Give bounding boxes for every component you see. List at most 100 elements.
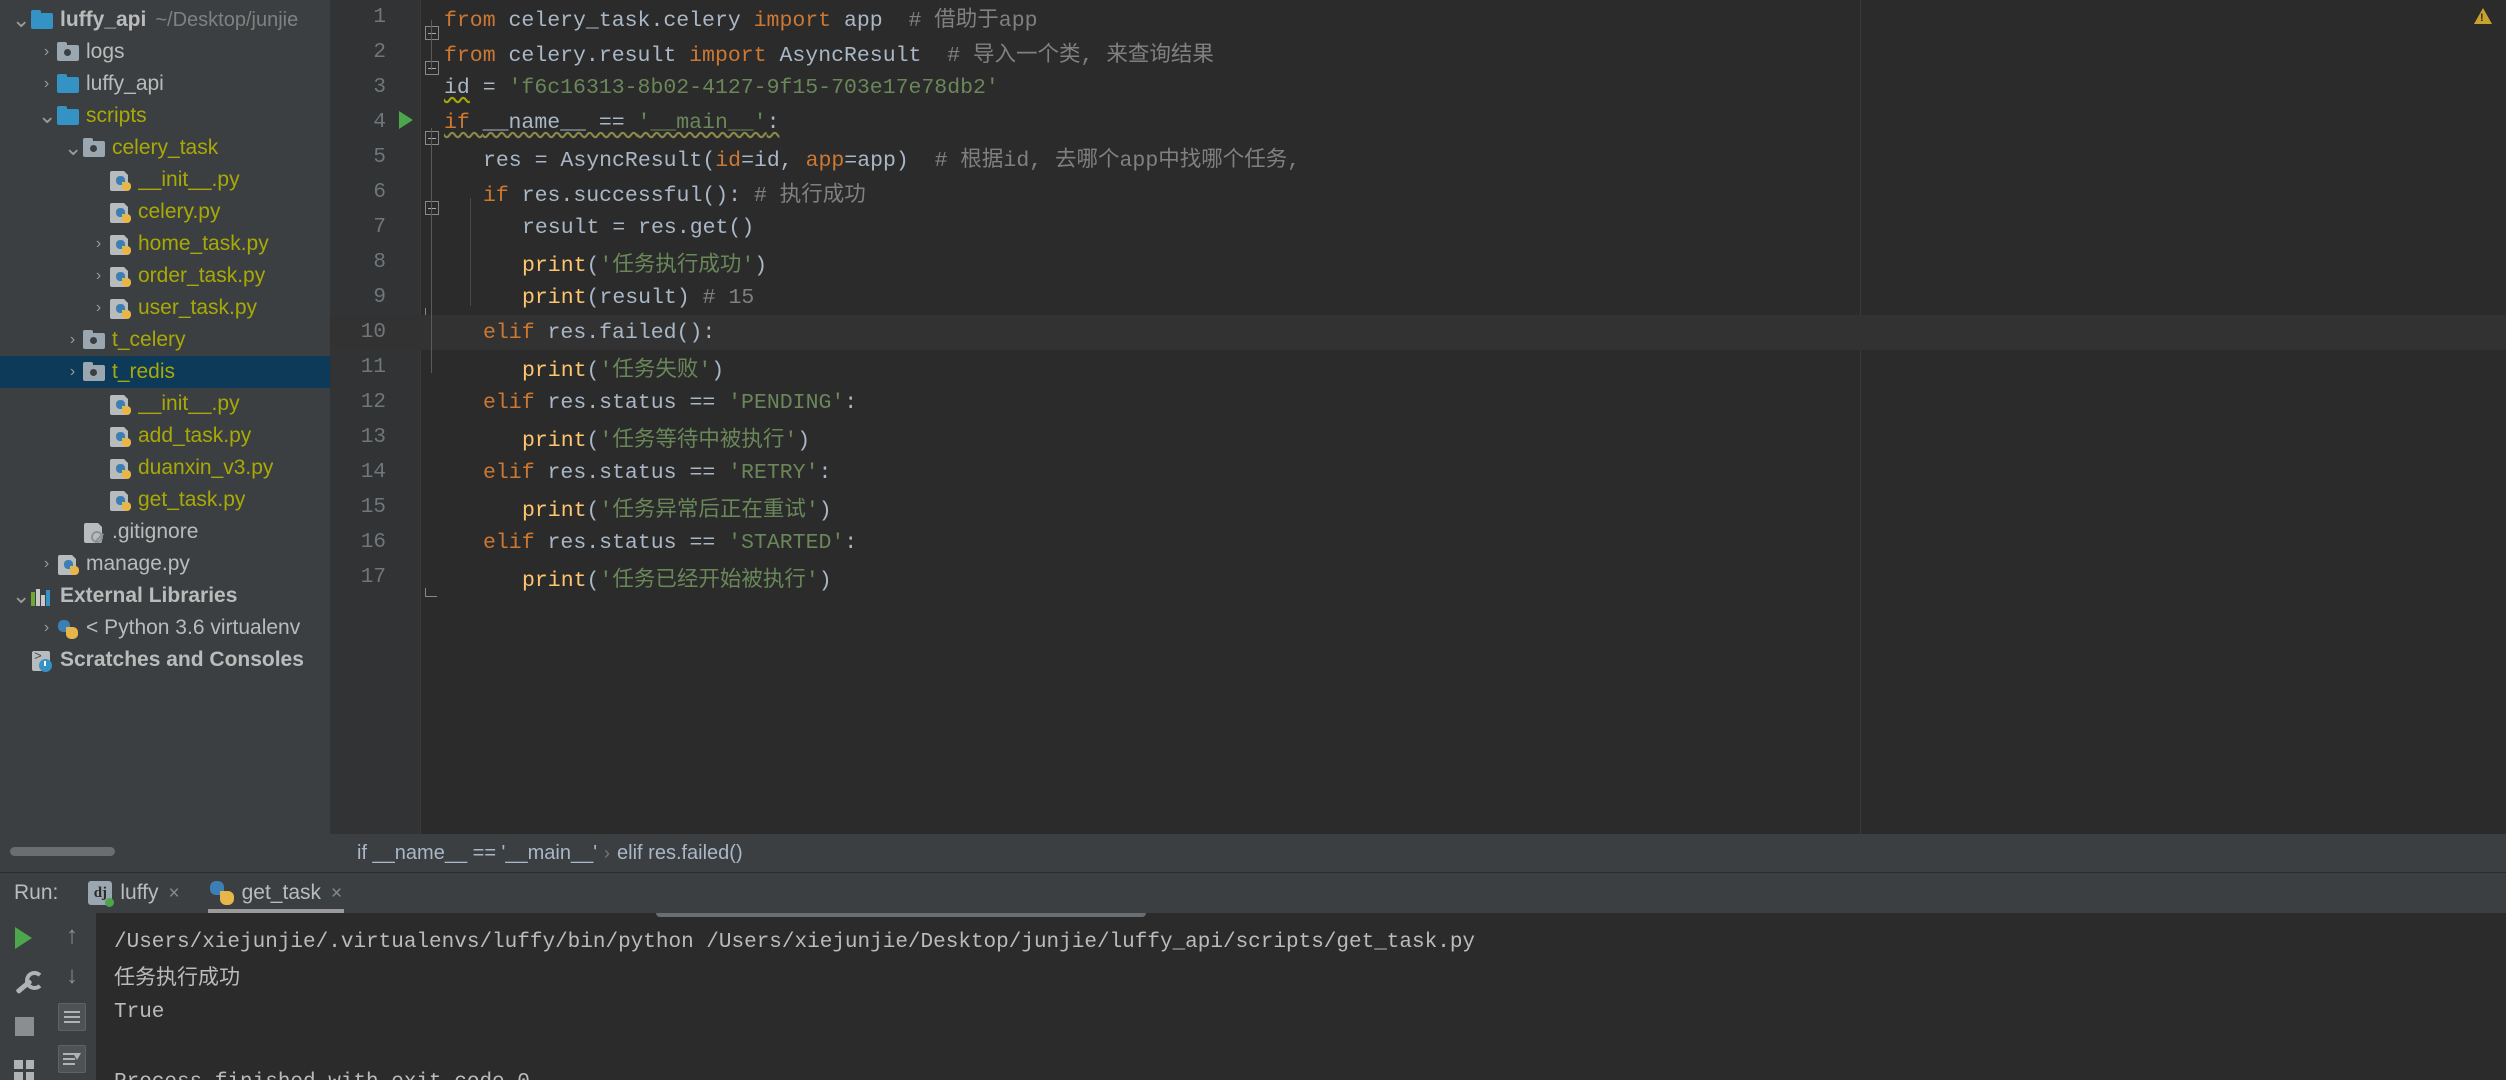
code-line[interactable]: 10 elif res.failed(): [330, 315, 2506, 350]
run-actions-toolbar-left[interactable] [0, 913, 48, 1080]
layout-button[interactable] [9, 1055, 39, 1080]
tree-item-order-task-py[interactable]: › order_task.py [0, 260, 330, 292]
tree-item-duanxin-v3-py[interactable]: duanxin_v3.py [0, 452, 330, 484]
tree-item-t-celery[interactable]: › t_celery [0, 324, 330, 356]
code-editor[interactable]: 1 from celery_task.celery import app # 借助… [330, 0, 2506, 872]
tree-item-label: Scratches and Consoles [60, 648, 304, 671]
code-text[interactable]: print('任务执行成功') [444, 247, 767, 278]
code-text[interactable]: if __name__ == '__main__': [444, 111, 779, 135]
warning-indicator-icon[interactable] [2474, 8, 2492, 24]
code-text[interactable]: elif res.status == 'RETRY': [444, 461, 831, 485]
tree-item-init-py[interactable]: __init__.py [0, 164, 330, 196]
code-text[interactable]: print(result) # 15 [444, 286, 754, 310]
breadcrumb-item-0[interactable]: if __name__ == '__main__' [350, 842, 604, 865]
code-line[interactable]: 11 print('任务失败') [330, 350, 2506, 385]
scroll-to-end-button[interactable] [58, 1045, 86, 1073]
code-text[interactable]: from celery.result import AsyncResult # … [444, 37, 1214, 68]
chevron-right-icon[interactable]: › [64, 332, 81, 348]
code-line[interactable]: 3 id = 'f6c16313-8b02-4127-9f15-703e17e78… [330, 70, 2506, 105]
code-line[interactable]: 1 from celery_task.celery import app # 借助… [330, 0, 2506, 40]
chevron-down-icon[interactable]: ⌄ [38, 105, 56, 127]
project-tree[interactable]: ⌄ luffy_api ~/Desktop/junjie › logs › luffy_ap… [0, 0, 330, 676]
chevron-right-icon[interactable]: › [90, 300, 107, 316]
code-line[interactable]: 6 if res.successful(): # 执行成功 [330, 175, 2506, 215]
chevron-right-icon[interactable]: › [64, 364, 81, 380]
run-tab-get_task[interactable]: get_task × [206, 873, 347, 913]
close-icon[interactable]: × [169, 884, 180, 903]
code-line[interactable]: 17 print('任务已经开始被执行') [330, 560, 2506, 597]
run-actions-toolbar-right[interactable]: ↑ ↓ [48, 913, 96, 1080]
project-tool-window[interactable]: ⌄ luffy_api ~/Desktop/junjie › logs › luffy_ap… [0, 0, 330, 872]
code-text[interactable]: res = AsyncResult(id=id, app=app) # 根据id… [444, 142, 1300, 173]
tree-item-logs[interactable]: › logs [0, 36, 330, 68]
run-line-icon[interactable] [392, 111, 420, 134]
chevron-right-icon[interactable]: › [38, 44, 55, 60]
chevron-right-icon[interactable]: › [38, 556, 55, 572]
code-text[interactable]: id = 'f6c16313-8b02-4127-9f15-703e17e78d… [444, 76, 999, 100]
code-text[interactable]: print('任务失败') [444, 352, 724, 383]
tree-item-t-redis[interactable]: › t_redis [0, 356, 330, 388]
chevron-right-icon[interactable]: › [90, 236, 107, 252]
tree-item-scratches-and-consoles[interactable]: Scratches and Consoles [0, 644, 330, 676]
code-line[interactable]: 14 elif res.status == 'RETRY': [330, 455, 2506, 490]
code-text[interactable]: from celery_task.celery import app # 借助于… [444, 2, 1038, 33]
code-text[interactable]: print('任务已经开始被执行') [444, 562, 832, 593]
tree-item-manage-py[interactable]: › manage.py [0, 548, 330, 580]
code-text[interactable]: result = res.get() [444, 216, 754, 240]
sidebar-horizontal-scrollbar[interactable] [10, 847, 115, 856]
code-line[interactable]: 2 from celery.result import AsyncResult #… [330, 35, 2506, 75]
run-tool-window[interactable]: Run: dj luffy × get_task × ↑ ↓ /Users/xiejun… [0, 872, 2506, 1080]
rerun-button[interactable] [9, 923, 39, 953]
run-tab-bar[interactable]: Run: dj luffy × get_task × [0, 873, 2506, 913]
code-line[interactable]: 4 if __name__ == '__main__': [330, 105, 2506, 145]
tree-item-get-task-py[interactable]: get_task.py [0, 484, 330, 516]
tree-item-home-task-py[interactable]: › home_task.py [0, 228, 330, 260]
down-arrow-icon[interactable]: ↓ [59, 963, 85, 989]
breadcrumb-item-1[interactable]: elif res.failed() [610, 842, 750, 865]
breadcrumb[interactable]: if __name__ == '__main__' › elif res.fai… [330, 834, 2506, 872]
tree-item-python-3-6-virtualenv[interactable]: › < Python 3.6 virtualenv [0, 612, 330, 644]
code-line[interactable]: 8 print('任务执行成功') [330, 245, 2506, 280]
close-icon[interactable]: × [331, 884, 342, 903]
code-line[interactable]: 15 print('任务异常后正在重试') [330, 490, 2506, 525]
soft-wrap-button[interactable] [58, 1003, 86, 1031]
tree-item-scripts[interactable]: ⌄ scripts [0, 100, 330, 132]
up-arrow-icon[interactable]: ↑ [59, 923, 85, 949]
tree-item-luffy-api[interactable]: ⌄ luffy_api ~/Desktop/junjie [0, 4, 330, 36]
console-output[interactable]: /Users/xiejunjie/.virtualenvs/luffy/bin/… [96, 913, 2506, 1080]
chevron-right-icon[interactable]: › [90, 268, 107, 284]
code-text[interactable]: print('任务等待中被执行') [444, 422, 810, 453]
tree-item-add-task-py[interactable]: add_task.py [0, 420, 330, 452]
code-text[interactable]: elif res.status == 'PENDING': [444, 391, 857, 415]
run-tab-luffy[interactable]: dj luffy × [84, 873, 183, 913]
edit-configuration-button[interactable] [9, 967, 44, 997]
code-line[interactable]: 13 print('任务等待中被执行') [330, 420, 2506, 455]
chevron-right-icon[interactable]: › [38, 620, 55, 636]
tree-item-external-libraries[interactable]: ⌄ External Libraries [0, 580, 330, 612]
tree-item-gitignore[interactable]: .gitignore [0, 516, 330, 548]
run-horizontal-scrollbar[interactable] [656, 913, 1146, 917]
code-text[interactable]: elif res.failed(): [444, 321, 715, 345]
code-text[interactable]: if res.successful(): # 执行成功 [444, 177, 866, 208]
run-console-area[interactable]: ↑ ↓ /Users/xiejunjie/.virtualenvs/luffy/… [0, 913, 2506, 1080]
chevron-down-icon[interactable]: ⌄ [64, 137, 82, 159]
code-line[interactable]: 16 elif res.status == 'STARTED': [330, 525, 2506, 560]
code-lines[interactable]: 1 from celery_task.celery import app # 借助… [330, 0, 2506, 597]
chevron-down-icon[interactable]: ⌄ [12, 585, 30, 607]
tree-item-user-task-py[interactable]: › user_task.py [0, 292, 330, 324]
tree-item-celery-py[interactable]: celery.py [0, 196, 330, 228]
chevron-down-icon[interactable]: ⌄ [12, 9, 30, 31]
code-line[interactable]: 5 res = AsyncResult(id=id, app=app) # 根据i… [330, 140, 2506, 175]
code-line[interactable]: 7 result = res.get() [330, 210, 2506, 245]
tree-item-init-py[interactable]: __init__.py [0, 388, 330, 420]
code-area[interactable]: 1 from celery_task.celery import app # 借助… [330, 0, 2506, 834]
tree-item-luffy-api[interactable]: › luffy_api [0, 68, 330, 100]
code-text[interactable]: print('任务异常后正在重试') [444, 492, 832, 523]
stop-button[interactable] [9, 1011, 39, 1041]
code-line[interactable]: 9 print(result) # 15 [330, 280, 2506, 317]
tree-item-celery-task[interactable]: ⌄ celery_task [0, 132, 330, 164]
code-text[interactable]: elif res.status == 'STARTED': [444, 531, 857, 555]
chevron-right-icon[interactable]: › [38, 76, 55, 92]
code-line[interactable]: 12 elif res.status == 'PENDING': [330, 385, 2506, 420]
